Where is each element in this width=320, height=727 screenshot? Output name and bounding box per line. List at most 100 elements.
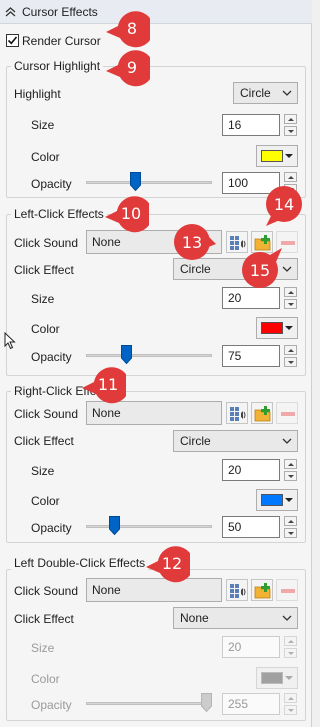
double-click-opacity-slider[interactable]	[86, 693, 212, 713]
left-click-color-label: Color	[31, 322, 60, 336]
right-click-opacity-value: 50	[228, 520, 242, 534]
left-click-opacity-spinner[interactable]	[284, 345, 297, 367]
callout-number: 15	[249, 260, 271, 280]
chevron-down-icon	[282, 90, 292, 96]
highlight-select[interactable]: Circle	[233, 82, 298, 104]
spin-up-button[interactable]	[284, 693, 297, 703]
slider-track	[86, 181, 212, 184]
right-click-sound-browse-button[interactable]	[251, 402, 273, 424]
left-click-opacity-input[interactable]: 75	[222, 345, 280, 367]
callout-badge: 8	[106, 8, 154, 48]
left-click-effect-value: Circle	[180, 262, 211, 276]
remove-icon	[281, 589, 295, 593]
spin-down-button[interactable]	[284, 528, 297, 538]
chevron-up-icon[interactable]	[5, 6, 16, 17]
left-click-opacity-label: Opacity	[31, 350, 72, 364]
spin-down-button[interactable]	[284, 705, 297, 715]
slider-thumb[interactable]	[201, 693, 212, 712]
double-click-size-spinner[interactable]	[284, 636, 297, 658]
highlight-opacity-slider[interactable]	[86, 172, 212, 192]
right-click-sound-field[interactable]: None	[86, 401, 222, 425]
double-click-opacity-input[interactable]: 255	[222, 693, 280, 715]
highlight-color-swatch	[261, 150, 283, 162]
highlight-color-label: Color	[31, 150, 60, 164]
arrow-down-icon	[288, 709, 294, 712]
double-click-color-label: Color	[31, 672, 60, 686]
right-click-sound-preview-button[interactable]	[226, 402, 248, 424]
left-click-size-value: 20	[228, 291, 242, 305]
double-click-sound-preview-button[interactable]	[226, 579, 248, 601]
double-click-size-input[interactable]: 20	[222, 636, 280, 658]
chevron-down-icon	[285, 498, 293, 502]
double-click-sound-remove-button[interactable]	[276, 579, 298, 601]
speaker-grid-icon	[230, 407, 246, 421]
double-click-opacity-spinner[interactable]	[284, 693, 297, 715]
right-click-color-swatch	[261, 494, 283, 506]
left-click-size-spinner[interactable]	[284, 287, 297, 309]
slider-track	[86, 702, 212, 705]
panel-header[interactable]: Cursor Effects	[0, 0, 312, 24]
spin-down-button[interactable]	[284, 126, 297, 136]
arrow-up-icon	[288, 291, 294, 294]
highlight-size-label: Size	[31, 118, 55, 132]
spin-down-button[interactable]	[284, 299, 297, 309]
highlight-label: Highlight	[14, 87, 61, 101]
right-click-opacity-input[interactable]: 50	[222, 516, 280, 538]
spin-up-button[interactable]	[284, 345, 297, 355]
spin-up-button[interactable]	[284, 516, 297, 526]
spin-up-button[interactable]	[284, 172, 297, 182]
chevron-down-icon	[285, 154, 293, 158]
highlight-opacity-value: 100	[228, 176, 249, 190]
right-click-size-input[interactable]: 20	[222, 459, 280, 481]
remove-icon	[281, 412, 295, 416]
highlight-size-spinner[interactable]	[284, 114, 297, 136]
left-click-sound-label: Click Sound	[14, 236, 79, 250]
left-click-color-picker[interactable]	[256, 317, 298, 339]
left-click-opacity-slider[interactable]	[86, 345, 212, 365]
right-click-sound-remove-button[interactable]	[276, 402, 298, 424]
spin-down-button[interactable]	[284, 471, 297, 481]
arrow-down-icon	[288, 130, 294, 133]
slider-track	[86, 525, 212, 528]
render-cursor-checkbox[interactable]	[6, 34, 19, 47]
slider-thumb[interactable]	[130, 172, 141, 191]
right-click-size-spinner[interactable]	[284, 459, 297, 481]
spin-up-button[interactable]	[284, 459, 297, 469]
highlight-size-input[interactable]: 16	[222, 114, 280, 136]
callout-number: 13	[181, 232, 203, 252]
double-click-sound-label: Click Sound	[14, 584, 79, 598]
spin-up-button[interactable]	[284, 287, 297, 297]
panel-title: Cursor Effects	[22, 5, 98, 19]
right-click-effect-select[interactable]: Circle	[173, 430, 298, 452]
slider-thumb[interactable]	[109, 516, 120, 535]
highlight-color-picker[interactable]	[256, 145, 298, 167]
spin-up-button[interactable]	[284, 114, 297, 124]
callout-number: 14	[273, 194, 295, 214]
double-click-opacity-label: Opacity	[31, 698, 72, 712]
arrow-up-icon	[288, 463, 294, 466]
left-click-effect-label: Click Effect	[14, 263, 74, 277]
left-click-size-input[interactable]: 20	[222, 287, 280, 309]
chevron-down-icon	[285, 326, 293, 330]
spin-up-button[interactable]	[284, 636, 297, 646]
highlight-opacity-label: Opacity	[31, 177, 72, 191]
right-click-opacity-spinner[interactable]	[284, 516, 297, 538]
left-double-click-title: Left Double-Click Effects	[11, 556, 149, 570]
slider-thumb[interactable]	[121, 345, 132, 364]
double-click-effect-select[interactable]: None	[173, 607, 298, 629]
callout-number: 12	[161, 553, 183, 573]
left-click-sound-value: None	[92, 235, 121, 249]
checkmark-icon	[7, 36, 18, 45]
right-click-opacity-slider[interactable]	[86, 516, 212, 536]
callout-badge: 13	[172, 222, 216, 262]
spin-down-button[interactable]	[284, 357, 297, 367]
render-cursor-label[interactable]: Render Cursor	[22, 34, 101, 48]
callout-badge: 15	[240, 248, 284, 288]
double-click-sound-browse-button[interactable]	[251, 579, 273, 601]
callout-badge: 9	[106, 47, 154, 87]
right-click-color-picker[interactable]	[256, 489, 298, 511]
double-click-color-picker[interactable]	[256, 667, 298, 689]
arrow-up-icon	[288, 640, 294, 643]
arrow-up-icon	[288, 520, 294, 523]
spin-down-button[interactable]	[284, 648, 297, 658]
